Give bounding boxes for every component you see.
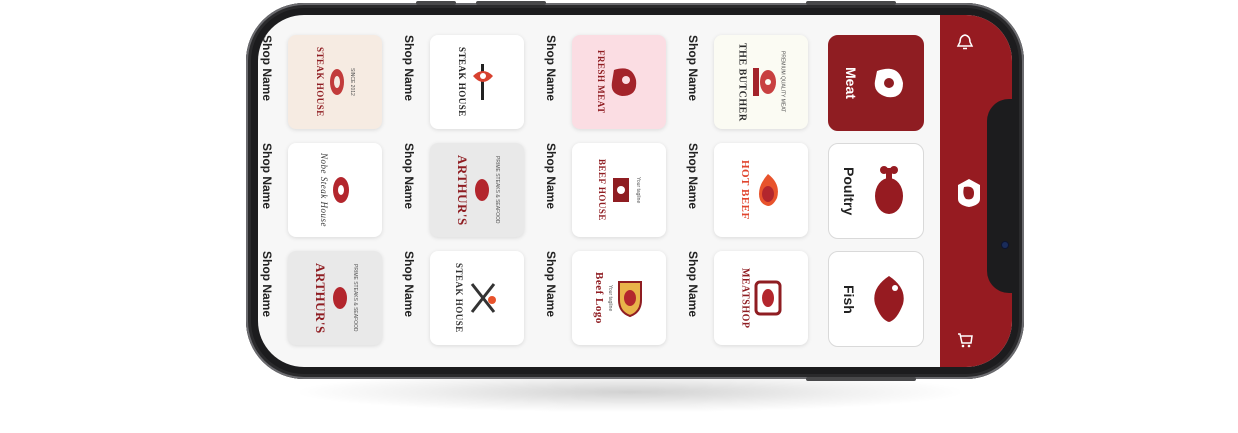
phone-frame: Shop Name STEAK HOUSE SINCE 2012 Shop Na… (246, 1, 1024, 381)
phone-button (416, 1, 456, 5)
category-poultry[interactable]: Poultry (828, 143, 924, 239)
category-label: Fish (841, 284, 857, 314)
shop-logo-tagline: SINCE 2012 (349, 68, 355, 96)
shop-name-label: Shop Name (260, 251, 274, 318)
shop-card[interactable]: Beef Logo Your tagline (572, 251, 666, 345)
front-camera (1002, 242, 1008, 248)
shop-logo-text: BEEF HOUSE (597, 159, 607, 221)
shop-logo-tagline: PRIME STEAKS & SEAFOOD (494, 156, 500, 224)
phone-notch (987, 99, 1012, 293)
shop-name-label: Shop Name (544, 251, 558, 318)
shop-card[interactable]: MEATSHOP (714, 251, 808, 345)
shop-name-label: Shop Name (260, 35, 274, 102)
grill-flame-icon (473, 64, 493, 100)
category-meat[interactable]: Meat (828, 35, 924, 131)
shop-card[interactable]: BEEF HOUSE Your tagline (572, 143, 666, 237)
shop-card[interactable]: ARTHUR'S PRIME STEAKS & SEAFOOD (430, 143, 524, 237)
cart-icon[interactable] (956, 331, 974, 349)
shop-card[interactable]: STEAK HOUSE (430, 251, 524, 345)
fish-icon (874, 276, 904, 322)
cleaver-steak-icon (752, 68, 776, 96)
shop-logo-text: MEATSHOP (739, 267, 751, 329)
shop-logo-tagline: Your tagline (607, 284, 613, 312)
steak-badge-icon (754, 280, 781, 316)
steak-icon (475, 179, 489, 201)
shop-logo-text: ARTHUR'S (455, 154, 470, 226)
shop-logo-text: FRESH MEAT (596, 50, 606, 114)
steak-icon (874, 68, 903, 98)
steak-icon (611, 68, 637, 96)
fire-steak-icon (759, 174, 778, 206)
shop-logo-tagline: Your tagline (635, 176, 641, 204)
phone-button (806, 377, 916, 381)
shop-name-label: Shop Name (402, 143, 416, 210)
fork-knife-icon (470, 283, 496, 313)
shop-card[interactable]: HOT BEEF (714, 143, 808, 237)
shop-card[interactable]: STEAK HOUSE SINCE 2012 (288, 35, 382, 129)
drumstick-icon (875, 166, 903, 214)
shop-name-label: Shop Name (260, 143, 274, 210)
shop-card[interactable]: Nobe Steak House (288, 143, 382, 237)
shop-logo-tagline: PRIME STEAKS & SEAFOOD (352, 264, 358, 332)
shop-name-label: Shop Name (544, 143, 558, 210)
shop-card[interactable]: FRESH MEAT (572, 35, 666, 129)
category-label: Poultry (841, 166, 857, 216)
shop-card[interactable]: THE BUTCHER PREMIUM QUALITY MEAT (714, 35, 808, 129)
shop-name-label: Shop Name (402, 35, 416, 102)
bell-icon[interactable] (956, 33, 974, 51)
shop-logo-text: Nobe Steak House (319, 153, 329, 227)
shop-logo-text: ARTHUR'S (313, 262, 328, 334)
shop-logo-text: Beef Logo (593, 272, 605, 324)
category-label: Meat (843, 67, 859, 99)
shop-card[interactable]: STEAK HOUSE (430, 35, 524, 129)
shop-card[interactable]: ARTHUR'S PRIME STEAKS & SEAFOOD (288, 251, 382, 345)
shop-logo-text: HOT BEEF (739, 160, 751, 220)
shop-logo-text: STEAK HOUSE (315, 47, 325, 117)
shop-logo-text: STEAK HOUSE (457, 47, 467, 117)
shop-logo-text: THE BUTCHER (736, 42, 748, 122)
shop-logo-text: STEAK HOUSE (454, 263, 464, 333)
shop-name-label: Shop Name (402, 251, 416, 318)
category-fish[interactable]: Fish (828, 251, 924, 347)
steak-icon (333, 287, 347, 309)
shop-name-label: Shop Name (686, 35, 700, 102)
steak-icon (333, 177, 349, 203)
shop-name-label: Shop Name (544, 35, 558, 102)
phone-button (806, 1, 896, 5)
shop-name-label: Shop Name (686, 143, 700, 210)
shield-steak-icon (618, 281, 642, 318)
meat-brand-logo-icon[interactable] (956, 177, 982, 209)
steak-icon (613, 178, 629, 202)
shop-logo-tagline: PREMIUM QUALITY MEAT (779, 51, 786, 113)
shop-grid: Shop Name STEAK HOUSE SINCE 2012 Shop Na… (258, 15, 938, 367)
shop-name-label: Shop Name (686, 251, 700, 318)
steak-icon (330, 69, 344, 95)
app-screen: Shop Name STEAK HOUSE SINCE 2012 Shop Na… (258, 15, 1012, 367)
phone-button (476, 1, 546, 5)
